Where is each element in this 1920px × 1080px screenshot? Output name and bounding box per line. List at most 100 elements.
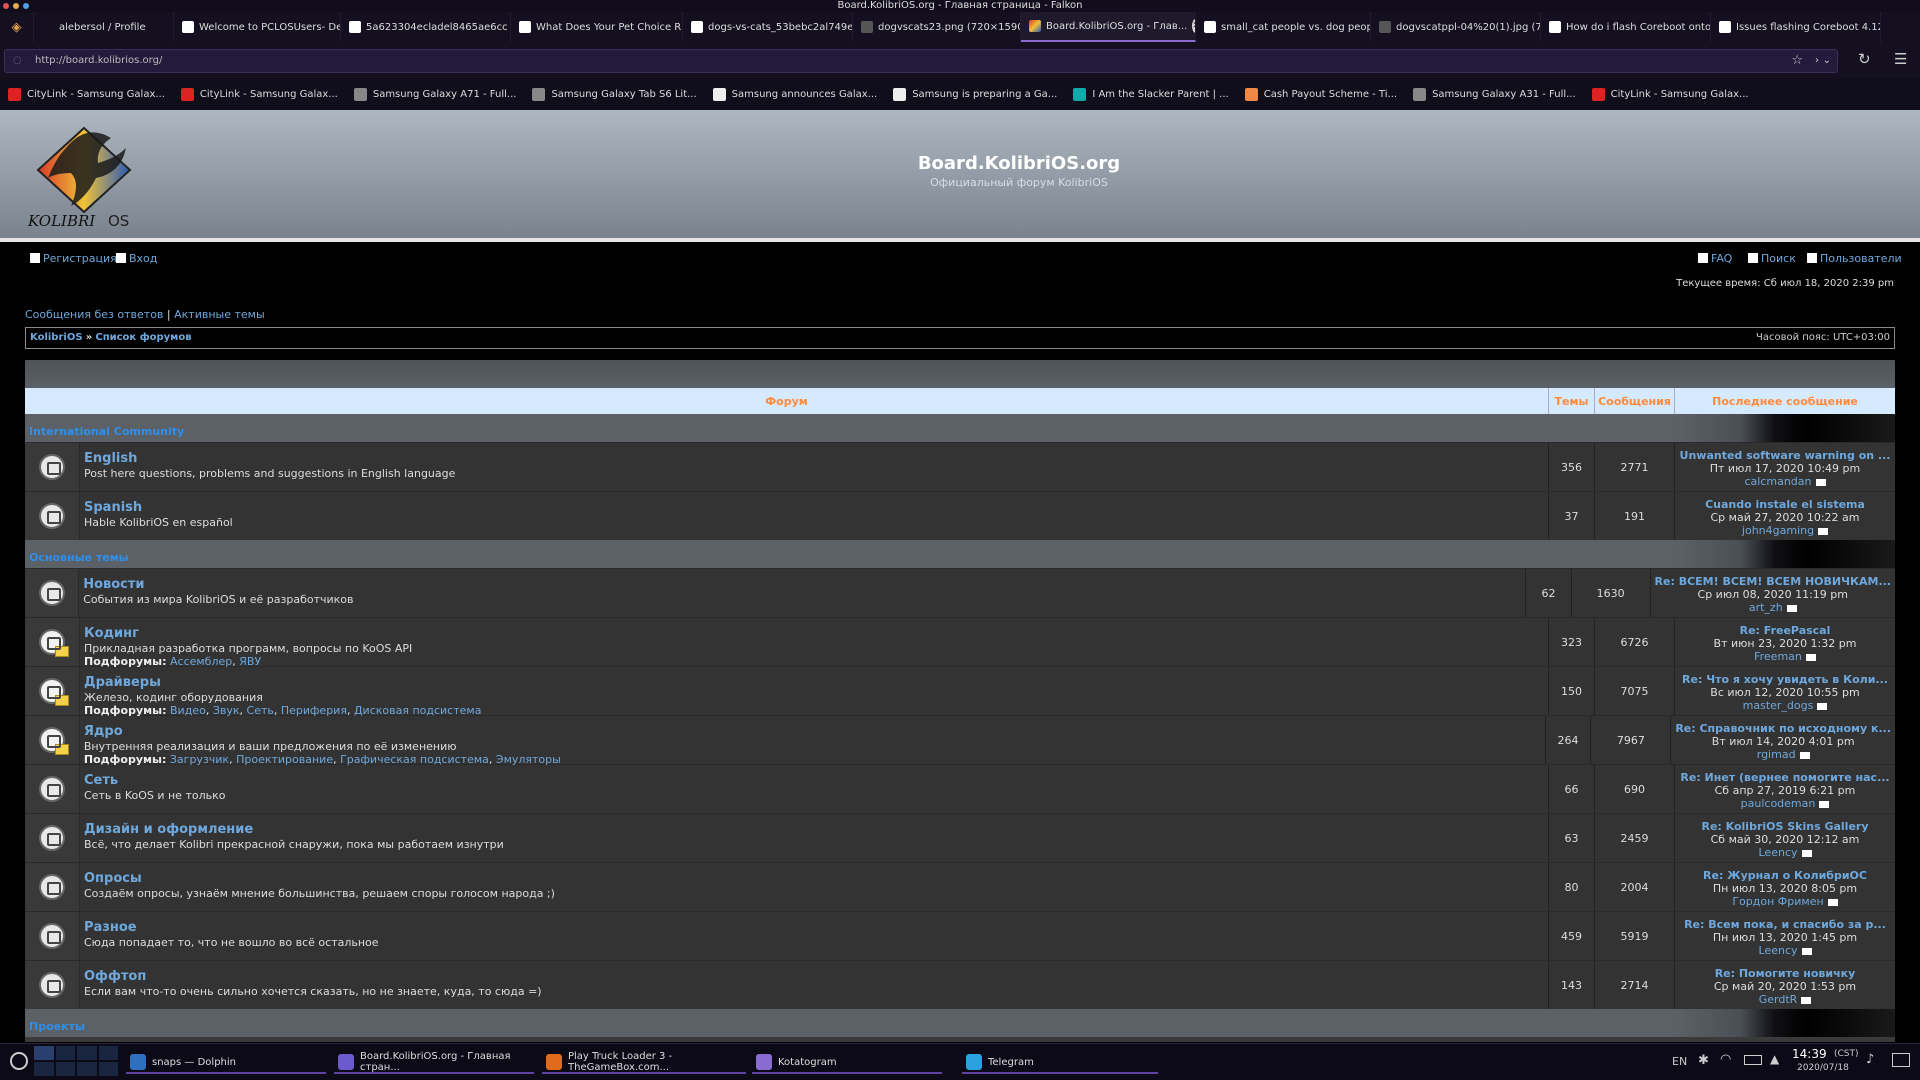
last-post-title[interactable]: Re: Справочник по исходному к... (1671, 722, 1895, 735)
forum-title[interactable]: Драйверы (84, 675, 1548, 690)
kolibri-logo[interactable]: KOLIBRI OS (26, 118, 144, 230)
breadcrumb-current[interactable]: Список форумов (95, 332, 191, 343)
taskbar-app[interactable]: Board.KolibriOS.org - Главная стран... (334, 1051, 534, 1074)
last-post-author[interactable]: john4gaming (1742, 524, 1814, 537)
last-post-title[interactable]: Re: Журнал о КолибриОС (1675, 869, 1895, 882)
goto-last-post-icon[interactable] (1801, 947, 1812, 955)
goto-last-post-icon[interactable] (1827, 898, 1838, 906)
goto-last-post-icon[interactable] (1801, 996, 1812, 1004)
desktop-pager[interactable] (34, 1046, 118, 1076)
wifi-icon[interactable]: ◠ (1720, 1052, 1731, 1067)
last-post-title[interactable]: Re: KolibriOS Skins Gallery (1675, 820, 1895, 833)
taskbar-app[interactable]: Kotatogram (752, 1052, 942, 1074)
tab-item[interactable]: What Does Your Pet Choice R... (511, 12, 683, 42)
faq-link[interactable]: FAQ (1698, 252, 1732, 265)
active-topics-link[interactable]: Активные темы (174, 308, 265, 321)
forum-title[interactable]: Оффтоп (84, 969, 1548, 984)
tab-item[interactable]: 5a623304ecladel8465ae6cc (80... (341, 12, 511, 42)
go-arrow-icon[interactable]: › (1815, 50, 1819, 72)
last-post-title[interactable]: Re: Помогите новичку (1675, 967, 1895, 980)
close-window-icon[interactable] (3, 3, 9, 9)
last-post-author[interactable]: art_zh (1749, 601, 1783, 614)
bookmark-item[interactable]: Samsung announces Galax... (705, 87, 886, 101)
last-post-title[interactable]: Re: Что я хочу увидеть в Коли... (1675, 673, 1895, 686)
tab-item[interactable]: How do i flash Coreboot onto ... (1541, 12, 1711, 42)
forum-title[interactable]: Дизайн и оформление (84, 822, 1548, 837)
goto-last-post-icon[interactable] (1819, 800, 1830, 808)
notifications-icon[interactable]: ♪ (1866, 1052, 1874, 1067)
forum-title[interactable]: Сеть (84, 773, 1548, 788)
tab-item[interactable]: small_cat people vs. dog peop... (1196, 12, 1371, 42)
tab-item[interactable]: dogs-vs-cats_53bebc2al749e_w15... (683, 12, 853, 42)
bookmark-item[interactable]: Samsung Galaxy A31 - Full... (1405, 87, 1584, 101)
tab-list-menu-icon[interactable]: ◈ (0, 12, 34, 42)
login-link[interactable]: Вход (116, 252, 157, 265)
show-desktop-icon[interactable] (1892, 1053, 1910, 1067)
bookmark-item[interactable]: I Am the Slacker Parent | ... (1065, 87, 1236, 101)
users-link[interactable]: Пользователи (1807, 252, 1902, 265)
bookmark-item[interactable]: Samsung Galaxy A71 - Full... (346, 87, 525, 101)
url-input[interactable]: ◌ http://board.kolibrios.org/ ☆ › ⌄ (4, 49, 1838, 73)
last-post-author[interactable]: master_dogs (1743, 699, 1814, 712)
tab-item[interactable]: Board.KolibriOS.org - Глав...✕ (1021, 12, 1196, 42)
tab-item[interactable]: Issues flashing Coreboot 4.12 o... (1711, 12, 1881, 42)
taskbar-app[interactable]: snaps — Dolphin (126, 1052, 326, 1074)
forum-title[interactable]: English (84, 451, 1548, 466)
bookmark-item[interactable]: Samsung is preparing a Ga... (885, 87, 1065, 101)
bookmark-item[interactable]: CityLink - Samsung Galax... (173, 87, 346, 101)
last-post-author[interactable]: rgimad (1757, 748, 1796, 761)
bookmark-item[interactable]: Cash Payout Scheme - Ti... (1237, 87, 1405, 101)
forum-title[interactable]: Кодинг (84, 626, 1548, 641)
url-dropdown-icon[interactable]: ⌄ (1823, 50, 1831, 72)
goto-last-post-icon[interactable] (1818, 527, 1829, 535)
clock-time[interactable]: 14:39 (1792, 1047, 1827, 1061)
search-link[interactable]: Поиск (1748, 252, 1796, 265)
forum-title[interactable]: Новости (83, 577, 1525, 592)
last-post-title[interactable]: Re: Инет (вернее помогите нас... (1675, 771, 1895, 784)
tab-item[interactable]: dogvscats23.png (720×1590) (853, 12, 1021, 42)
category-title[interactable]: Основные темы (29, 551, 129, 564)
last-post-author[interactable]: Freeman (1754, 650, 1802, 663)
taskbar-app[interactable]: Telegram (962, 1052, 1158, 1074)
bookmark-item[interactable]: Samsung Galaxy Tab S6 Lit... (524, 87, 704, 101)
taskbar-app[interactable]: Play Truck Loader 3 - TheGameBox.com... (542, 1051, 746, 1074)
goto-last-post-icon[interactable] (1786, 604, 1797, 612)
forum-title[interactable]: Ядро (84, 724, 1545, 739)
unanswered-link[interactable]: Сообщения без ответов (25, 308, 163, 321)
site-title[interactable]: Board.KolibriOS.org (0, 153, 1920, 174)
site-info-icon[interactable]: ◌ (13, 50, 22, 72)
tray-expand-icon[interactable]: ▲ (1770, 1052, 1779, 1066)
goto-last-post-icon[interactable] (1817, 702, 1828, 710)
maximize-window-icon[interactable] (23, 3, 29, 9)
bookmark-star-icon[interactable]: ☆ (1791, 50, 1803, 72)
last-post-title[interactable]: Cuando instale el sistema (1675, 498, 1895, 511)
tab-item[interactable]: dogvscatppl-04%20(1).jpg (727×727) (1371, 12, 1541, 42)
forum-title[interactable]: Опросы (84, 871, 1548, 886)
goto-last-post-icon[interactable] (1815, 478, 1826, 486)
last-post-author[interactable]: Гордон Фримен (1732, 895, 1823, 908)
hamburger-menu-icon[interactable]: ☰ (1894, 50, 1907, 68)
breadcrumb-home[interactable]: KolibriOS (30, 332, 83, 343)
keyboard-layout[interactable]: EN (1672, 1055, 1687, 1068)
last-post-title[interactable]: Re: FreePascal (1675, 624, 1895, 637)
last-post-author[interactable]: paulcodeman (1741, 797, 1816, 810)
register-link[interactable]: Регистрация (30, 252, 117, 265)
last-post-title[interactable]: Re: Всем пока, и спасибо за р... (1675, 918, 1895, 931)
app-launcher-icon[interactable] (10, 1052, 28, 1070)
last-post-author[interactable]: Leency (1759, 846, 1798, 859)
bluetooth-icon[interactable]: ✱ (1698, 1053, 1709, 1068)
forum-title[interactable]: Разное (84, 920, 1548, 935)
category-title[interactable]: International Community (29, 425, 184, 438)
bookmark-item[interactable]: CityLink - Samsung Galax... (1584, 87, 1757, 101)
last-post-author[interactable]: GerdtR (1759, 993, 1798, 1006)
last-post-author[interactable]: Leency (1759, 944, 1798, 957)
category-title[interactable]: Проекты (29, 1020, 85, 1033)
minimize-window-icon[interactable] (13, 3, 19, 9)
goto-last-post-icon[interactable] (1801, 849, 1812, 857)
battery-icon[interactable] (1744, 1055, 1762, 1065)
reload-icon[interactable]: ↻ (1858, 50, 1871, 68)
forum-title[interactable]: Spanish (84, 500, 1548, 515)
bookmark-item[interactable]: CityLink - Samsung Galax... (0, 87, 173, 101)
goto-last-post-icon[interactable] (1799, 751, 1810, 759)
last-post-author[interactable]: calcmandan (1744, 475, 1811, 488)
